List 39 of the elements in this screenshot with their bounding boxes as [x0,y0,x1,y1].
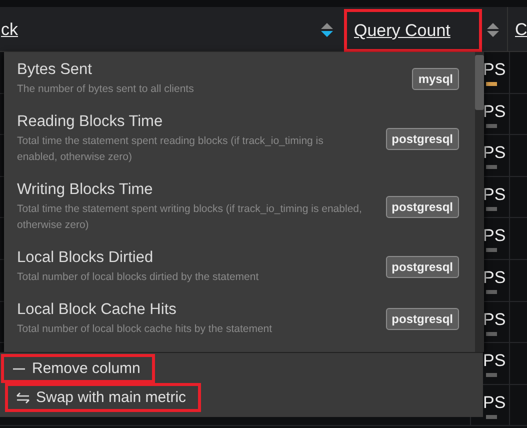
minus-icon [12,366,26,372]
metric-option[interactable]: Writing Blocks Time Total time the statement spent writing blocks (if track_io_timing is enabled, otherwise zero) postgresql [4,173,475,241]
table-cell-text: PS [483,394,507,412]
metric-description: Total time the statement spent writing blocks (if track_io_timing is enabled, otherwise zero) [17,202,362,233]
sort-icon[interactable] [487,22,499,38]
scrollbar[interactable] [475,52,484,352]
swap-metric-button[interactable]: Swap with main metric [5,383,202,412]
metric-title: Local Block Cache Hits [17,300,178,319]
sort-icon[interactable] [321,22,333,38]
swap-icon [16,392,30,404]
metric-description: Total time the statement spent reading blocks (if track_io_timing is enabled, otherwise zero) [17,134,324,165]
table-cell-text: PS [483,227,507,246]
metric-title: Bytes Sent [17,60,93,79]
metric-title: Local Blocks Dirtied [17,248,154,267]
column-header-link[interactable]: Query Count [344,9,482,52]
table-cell-text: PS [483,144,507,162]
database-tag: postgresql [386,128,459,150]
metric-description: Total number of local block cache hits by the statement [17,322,274,337]
metric-description: The number of bytes sent to all clients [17,82,195,97]
database-tag: mysql [412,68,459,90]
remove-column-button[interactable]: Remove column [1,354,156,383]
table-cell-text: PS [483,102,507,121]
column-header-link[interactable]: C [515,20,527,40]
database-tag: postgresql [386,196,459,218]
metric-description: Total number of local blocks dirtied by the statement [17,270,260,285]
metric-title: Reading Blocks Time [17,112,164,131]
table-cell-text: PS [483,310,507,329]
table-cell-text: PS [483,61,507,79]
metric-option[interactable]: Reading Blocks Time Total time the statement spent reading blocks (if track_io_timing is enabled, otherwise zero) postgresql [4,105,475,173]
database-tag: postgresql [386,256,459,278]
database-tag: postgresql [386,308,459,330]
table-cell-text: PS [483,186,507,204]
table-cell-text: PS [483,352,507,370]
metric-option[interactable]: Local Blocks Dirtied Total number of local blocks dirtied by the statement postgresql [4,241,475,293]
metric-title: Writing Blocks Time [17,180,154,199]
metric-option[interactable]: Local Block Cache Hits Total number of local block cache hits by the statement postgresql [4,293,475,345]
metric-option[interactable]: Bytes Sent The number of bytes sent to all clients mysql [4,53,475,105]
table-cell-text: PS [483,268,507,287]
column-header-link[interactable]: ck [1,20,18,40]
